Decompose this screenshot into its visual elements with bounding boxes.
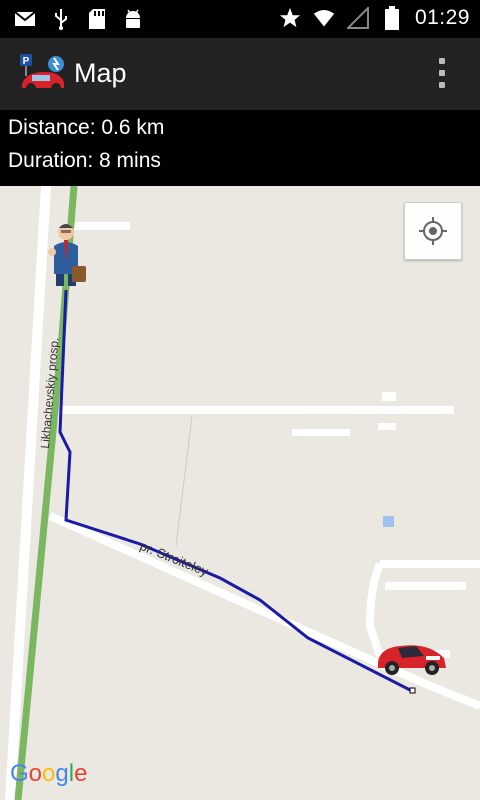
wifi-icon — [313, 7, 335, 29]
map-view[interactable]: Likhachevskiy prosp. pr. Stroiteley Goog… — [0, 186, 480, 800]
route-line — [58, 289, 415, 694]
action-bar: P Map — [0, 38, 480, 110]
block-a — [292, 429, 350, 436]
overflow-menu-icon[interactable] — [430, 58, 454, 92]
star-icon — [279, 7, 301, 29]
blue-marker-square — [383, 516, 394, 527]
block-c — [382, 392, 396, 401]
my-location-button[interactable] — [404, 202, 462, 260]
distance-text: Distance: 0.6 km — [8, 116, 165, 139]
road-lower — [48, 512, 480, 710]
my-location-icon — [419, 217, 447, 245]
battery-icon — [381, 6, 403, 30]
map-canvas[interactable] — [0, 186, 480, 800]
parking-car-icon[interactable]: P — [18, 54, 68, 94]
google-logo: Google — [10, 760, 88, 787]
status-time: 01:29 — [414, 6, 470, 29]
route-info-panel: Distance: 0.6 km Duration: 8 mins — [0, 110, 480, 186]
android-icon — [122, 8, 144, 30]
svg-text:P: P — [23, 56, 30, 67]
page-title: Map — [74, 58, 127, 88]
route-end-marker — [409, 687, 416, 694]
block-b — [378, 423, 396, 430]
car-marker-icon — [378, 645, 446, 675]
signal-icon — [346, 7, 369, 29]
usb-icon — [50, 8, 72, 30]
path-trail — [175, 415, 193, 547]
road-right-b — [365, 562, 384, 658]
duration-text: Duration: 8 mins — [8, 149, 161, 172]
status-bar: 01:29 — [0, 0, 480, 38]
gmail-icon — [14, 8, 36, 30]
sd-card-icon — [86, 8, 108, 30]
